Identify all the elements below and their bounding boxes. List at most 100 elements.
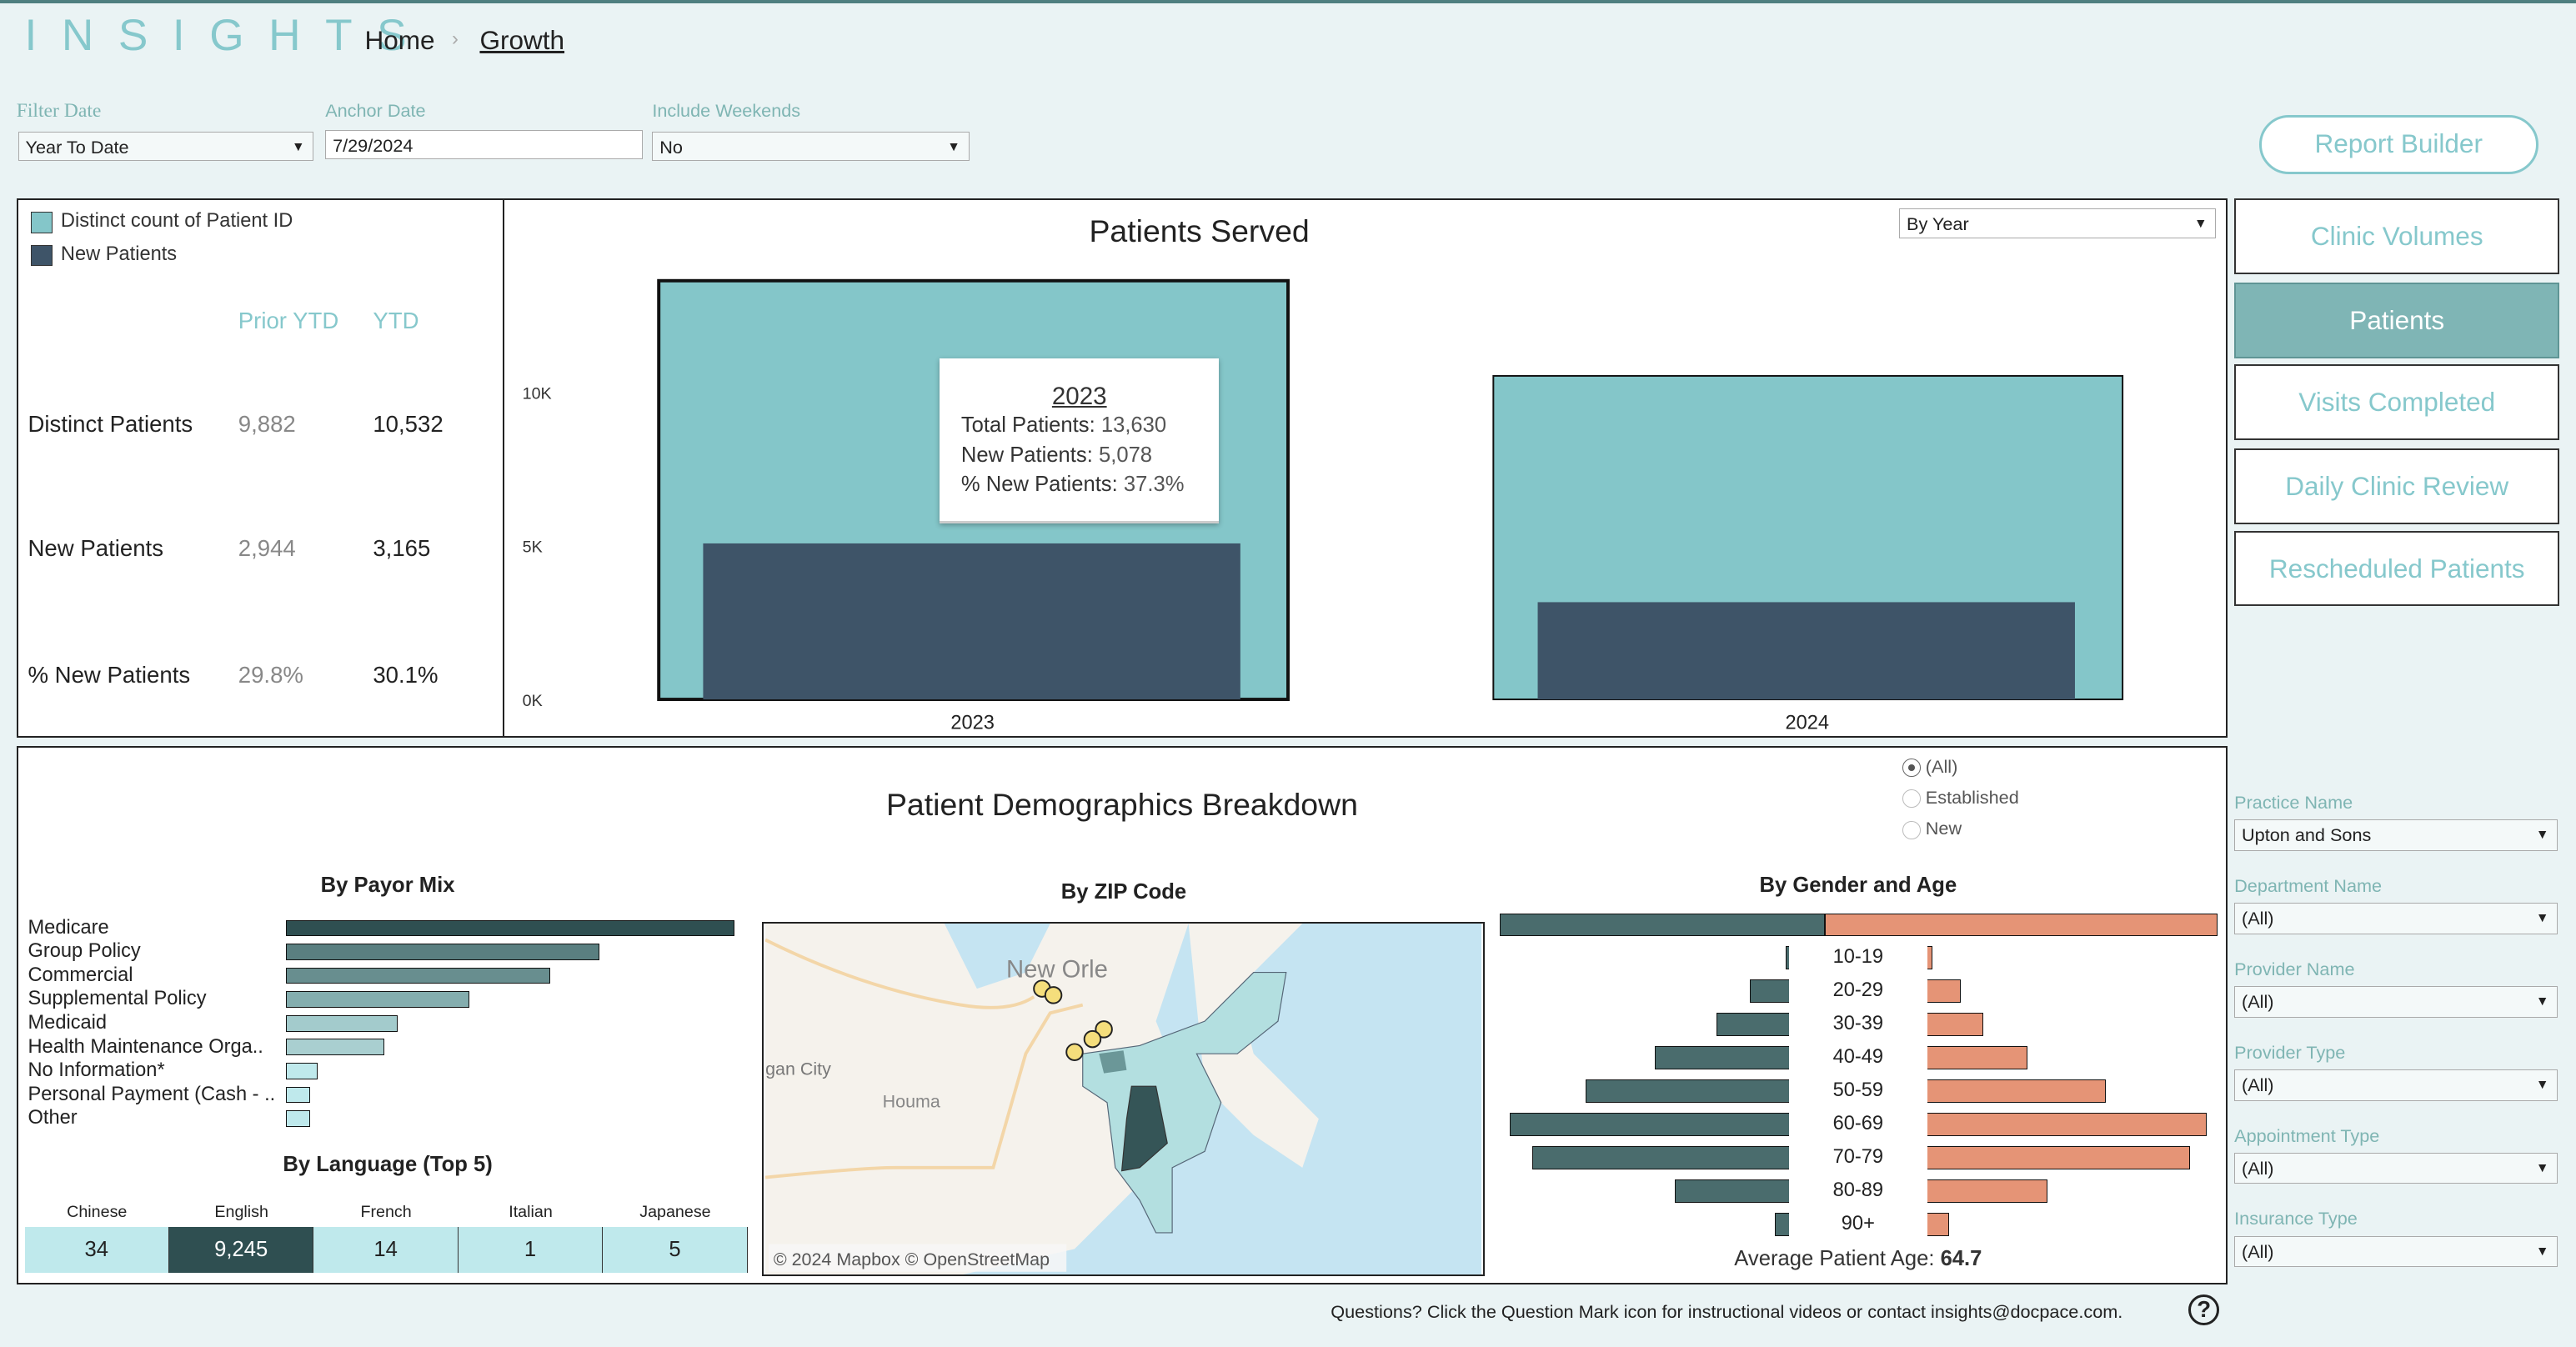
top-border bbox=[0, 0, 2576, 3]
location-marker[interactable] bbox=[1065, 1043, 1085, 1061]
age-bar-left[interactable] bbox=[1585, 1079, 1790, 1103]
filter-label: Insurance Type bbox=[2234, 1208, 2358, 1229]
language-header: Chinese bbox=[67, 1202, 128, 1221]
filter-select[interactable]: (All) ▼ bbox=[2234, 1235, 2558, 1268]
filter-date-value: Year To Date bbox=[25, 136, 129, 158]
payor-bar[interactable] bbox=[285, 1110, 311, 1127]
include-weekends-select[interactable]: No ▼ bbox=[652, 131, 970, 162]
payor-bar[interactable] bbox=[285, 1063, 318, 1079]
nav-daily-clinic-review[interactable]: Daily Clinic Review bbox=[2234, 448, 2560, 524]
age-bar-right[interactable] bbox=[1927, 1179, 2047, 1203]
radio-icon bbox=[1902, 820, 1921, 839]
breadcrumb-chevron-icon: › bbox=[451, 28, 459, 50]
language-cell[interactable]: 9,245 bbox=[168, 1227, 314, 1274]
filter-label: Provider Type bbox=[2234, 1041, 2346, 1063]
tooltip-key: New Patients: bbox=[960, 443, 1093, 467]
anchor-date-input[interactable]: 7/29/2024 bbox=[325, 129, 643, 160]
age-bar-left[interactable] bbox=[1674, 1179, 1790, 1203]
kpi-prior: 29.8% bbox=[238, 662, 303, 689]
col-prior-ytd: Prior YTD bbox=[238, 307, 339, 333]
payor-bar[interactable] bbox=[285, 944, 600, 960]
nav-clinic-volumes[interactable]: Clinic Volumes bbox=[2234, 198, 2560, 275]
payor-label: Medicare bbox=[28, 916, 109, 939]
anchor-date-label: Anchor Date bbox=[325, 100, 426, 122]
age-bar-left[interactable] bbox=[1531, 1146, 1790, 1169]
radio-established[interactable]: Established bbox=[1902, 787, 2019, 809]
filter-select[interactable]: (All) ▼ bbox=[2234, 986, 2558, 1018]
nav-patients[interactable]: Patients bbox=[2234, 282, 2560, 358]
radio-label: Established bbox=[1925, 786, 2019, 808]
tooltip-key: Total Patients: bbox=[960, 413, 1095, 438]
age-label: 70-79 bbox=[1832, 1146, 1884, 1169]
payor-bar[interactable] bbox=[285, 1086, 311, 1104]
payor-label: Supplemental Policy bbox=[28, 988, 207, 1010]
age-bar-right[interactable] bbox=[1927, 1113, 2207, 1136]
kpi-label: New Patients bbox=[28, 535, 163, 562]
x-tick-label: 2023 bbox=[950, 713, 995, 734]
age-bar-right[interactable] bbox=[1927, 1079, 2107, 1103]
x-tick-label: 2024 bbox=[1785, 713, 1829, 734]
language-header: English bbox=[214, 1202, 268, 1221]
payor-bar[interactable] bbox=[285, 919, 734, 937]
payor-bar[interactable] bbox=[285, 1014, 398, 1032]
payor-bar[interactable] bbox=[285, 1039, 385, 1056]
filter-select[interactable]: (All) ▼ bbox=[2234, 1153, 2558, 1184]
total-male-bar[interactable] bbox=[1500, 913, 1826, 937]
radio-label: (All) bbox=[1925, 755, 1958, 777]
map-label-houma: Houma bbox=[883, 1091, 940, 1111]
age-bar-right[interactable] bbox=[1927, 1013, 1983, 1036]
patients-served-chart: 0K 5K 10K 2023 2024 bbox=[523, 279, 2124, 734]
breadcrumb-home[interactable]: Home bbox=[364, 25, 434, 56]
report-builder-button[interactable]: Report Builder bbox=[2258, 114, 2538, 174]
age-bar-right[interactable] bbox=[1927, 979, 1961, 1003]
bar-new-2024[interactable] bbox=[1537, 602, 2075, 700]
nav-visits-completed[interactable]: Visits Completed bbox=[2234, 364, 2560, 441]
filter-select[interactable]: Upton and Sons ▼ bbox=[2234, 819, 2558, 851]
radio-selected-icon bbox=[1902, 758, 1921, 777]
age-bar-left[interactable] bbox=[1510, 1113, 1790, 1136]
nav-rescheduled-patients[interactable]: Rescheduled Patients bbox=[2234, 530, 2560, 607]
map-label-morgan-city: gan City bbox=[765, 1059, 831, 1079]
zip-code-map[interactable]: New Orle gan City Houma © 2024 Mapbox © … bbox=[762, 921, 1486, 1277]
map-attribution[interactable]: © 2024 Mapbox © OpenStreetMap bbox=[774, 1249, 1050, 1269]
language-cell[interactable]: 5 bbox=[603, 1227, 748, 1274]
age-bar-right[interactable] bbox=[1927, 1213, 1950, 1236]
radio-all[interactable]: (All) bbox=[1902, 756, 1957, 778]
age-bar-left[interactable] bbox=[1716, 1013, 1790, 1036]
filter-select[interactable]: (All) ▼ bbox=[2234, 1069, 2558, 1101]
filter-value: (All) bbox=[2242, 1240, 2274, 1262]
language-header: French bbox=[360, 1202, 412, 1221]
payor-bar[interactable] bbox=[285, 991, 470, 1009]
filter-value: Upton and Sons bbox=[2242, 824, 2372, 846]
age-bar-left[interactable] bbox=[1750, 979, 1790, 1003]
age-bar-right[interactable] bbox=[1927, 1146, 2190, 1169]
filter-label: Provider Name bbox=[2234, 958, 2355, 979]
breadcrumb-growth[interactable]: Growth bbox=[479, 25, 564, 56]
age-bar-right[interactable] bbox=[1927, 1046, 2028, 1069]
filter-value: (All) bbox=[2242, 908, 2274, 929]
location-marker[interactable] bbox=[1084, 1029, 1102, 1048]
age-label: 60-69 bbox=[1832, 1113, 1884, 1135]
payor-bar[interactable] bbox=[285, 967, 551, 984]
question-circle-icon[interactable]: ? bbox=[2188, 1294, 2220, 1326]
filter-select[interactable]: (All) ▼ bbox=[2234, 903, 2558, 934]
total-female-bar[interactable] bbox=[1825, 913, 2218, 937]
filter-date-select[interactable]: Year To Date ▼ bbox=[18, 131, 314, 162]
language-cell[interactable]: 34 bbox=[24, 1227, 169, 1274]
anchor-date-value: 7/29/2024 bbox=[333, 134, 413, 156]
legend-swatch-distinct bbox=[31, 212, 53, 233]
language-cell[interactable]: 1 bbox=[458, 1227, 604, 1274]
dropdown-arrow-icon: ▼ bbox=[2535, 994, 2549, 1009]
age-label: 10-19 bbox=[1832, 946, 1884, 969]
age-bar-left[interactable] bbox=[1655, 1046, 1790, 1069]
age-bar-left[interactable] bbox=[1775, 1213, 1790, 1236]
zip-region[interactable] bbox=[1099, 1049, 1127, 1074]
language-cell[interactable]: 14 bbox=[313, 1227, 459, 1274]
age-label: 80-89 bbox=[1832, 1179, 1884, 1202]
age-bar-right[interactable] bbox=[1927, 946, 1933, 969]
bar-new-2023[interactable] bbox=[703, 543, 1240, 700]
dropdown-arrow-icon: ▼ bbox=[2535, 1161, 2549, 1176]
location-marker[interactable] bbox=[1045, 985, 1063, 1004]
payor-label: Personal Payment (Cash - .. bbox=[28, 1083, 276, 1105]
radio-new[interactable]: New bbox=[1902, 818, 1962, 839]
